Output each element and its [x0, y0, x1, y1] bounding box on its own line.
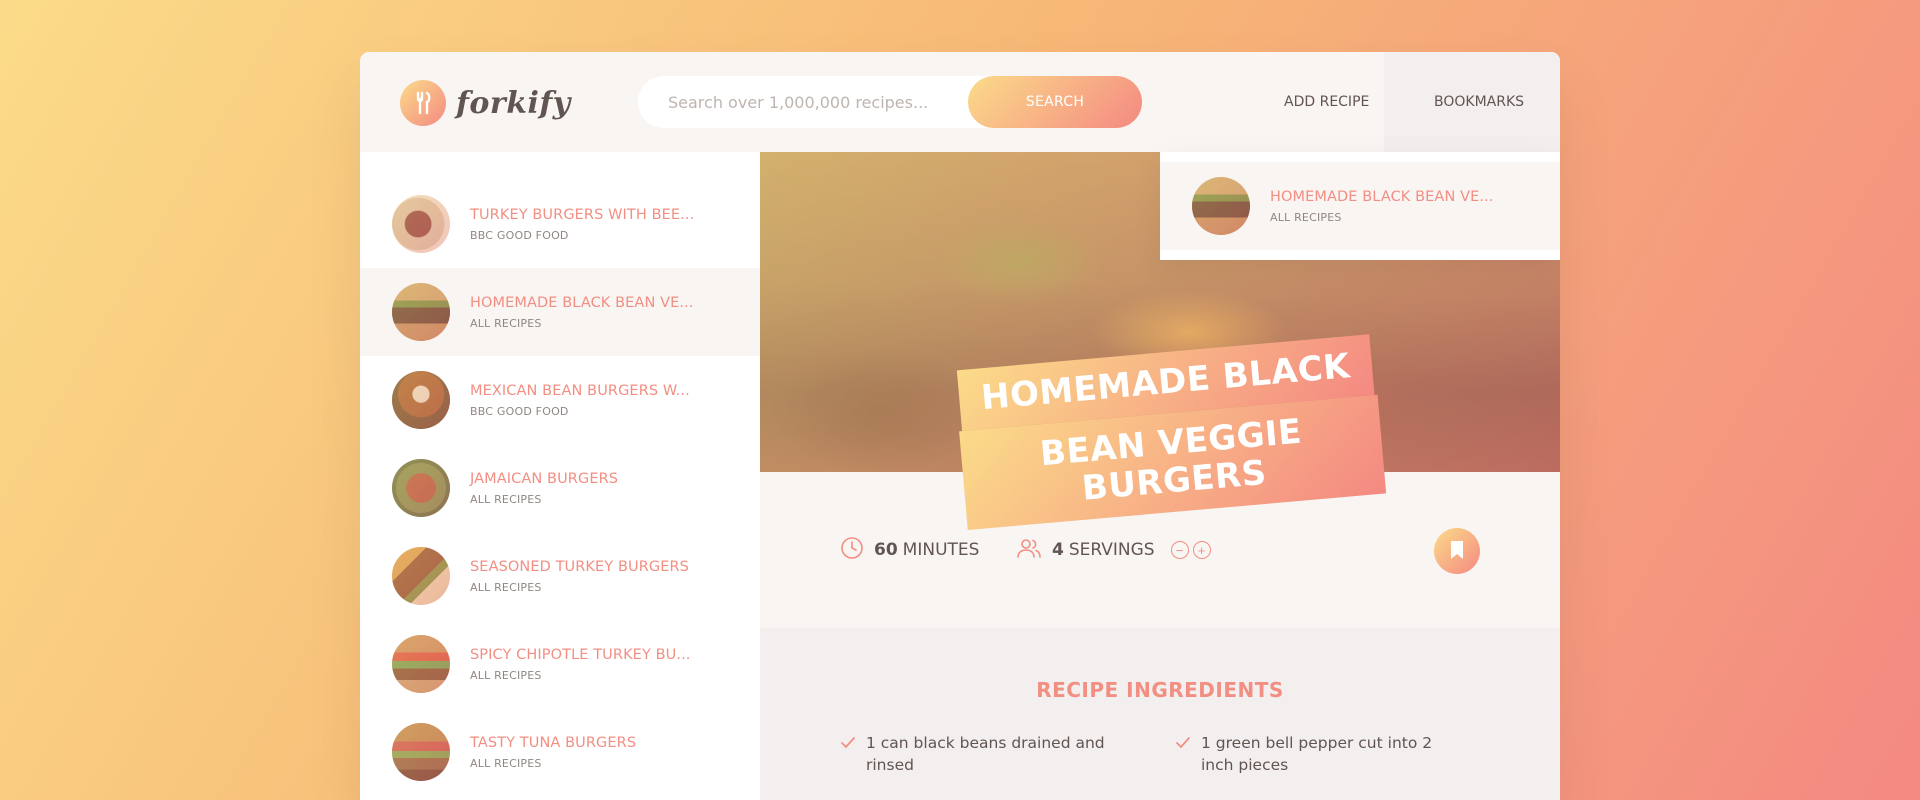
ingredients-heading: RECIPE INGREDIENTS — [1036, 678, 1284, 702]
ingredient-text: 1 can black beans drained and rinsed — [866, 734, 1105, 774]
search-input[interactable] — [638, 76, 968, 128]
result-title: MEXICAN BEAN BURGERS W... — [470, 382, 690, 399]
recipe-thumbnail — [392, 723, 450, 781]
servings-value: 4 — [1052, 540, 1064, 560]
logo-text: forkify — [456, 85, 571, 121]
result-title: TASTY TUNA BURGERS — [470, 734, 637, 751]
ingredient-item: 1 can black beans drained and rinsed — [840, 732, 1140, 776]
search-form: SEARCH — [638, 76, 1142, 128]
nav-bookmarks-label: BOOKMARKS — [1433, 94, 1525, 110]
search-button[interactable]: SEARCH — [968, 76, 1142, 128]
result-publisher: BBC GOOD FOOD — [470, 228, 569, 242]
recipe-thumbnail — [392, 283, 450, 341]
result-title: SPICY CHIPOTLE TURKEY BU... — [470, 646, 691, 663]
result-title: HOMEMADE BLACK BEAN VE... — [470, 294, 694, 311]
search-results: TURKEY BURGERS WITH BEE... BBC GOOD FOOD… — [360, 152, 760, 800]
cooking-time: 60 MINUTES — [840, 536, 979, 565]
increase-servings-button[interactable]: + — [1192, 541, 1211, 559]
recipe-thumbnail — [392, 459, 450, 517]
result-publisher: BBC GOOD FOOD — [470, 404, 569, 418]
cooking-time-unit: MINUTES — [902, 540, 980, 560]
ingredient-text: 1 green bell pepper cut into 2 inch piec… — [1201, 734, 1433, 774]
recipe-thumbnail — [392, 195, 450, 253]
bookmark-icon — [1448, 540, 1466, 563]
result-publisher: ALL RECIPES — [470, 668, 542, 682]
bookmark-button[interactable] — [1434, 528, 1480, 574]
result-item[interactable]: SEASONED TURKEY BURGERS ALL RECIPES — [360, 532, 760, 620]
result-item[interactable]: SPICY CHIPOTLE TURKEY BU... ALL RECIPES — [360, 620, 760, 708]
header: forkify SEARCH ADD RECIPE BOOKMARKS — [360, 52, 1560, 152]
servings-unit: SERVINGS — [1068, 540, 1155, 560]
result-title: JAMAICAN BURGERS — [470, 470, 619, 487]
recipe-ingredients: RECIPE INGREDIENTS 1 can black beans dra… — [760, 628, 1560, 800]
result-publisher: ALL RECIPES — [470, 580, 542, 594]
result-title: TURKEY BURGERS WITH BEE... — [470, 206, 695, 223]
recipe-thumbnail — [1192, 177, 1250, 235]
result-item[interactable]: TASTY TUNA BURGERS ALL RECIPES — [360, 708, 760, 796]
bookmark-item[interactable]: HOMEMADE BLACK BEAN VE... ALL RECIPES — [1160, 162, 1560, 250]
logo[interactable]: forkify — [400, 80, 571, 126]
result-publisher: ALL RECIPES — [470, 492, 542, 506]
fork-knife-icon — [400, 80, 446, 126]
recipe-thumbnail — [392, 547, 450, 605]
bookmarks-dropdown: HOMEMADE BLACK BEAN VE... ALL RECIPES — [1160, 152, 1560, 260]
result-item[interactable]: HOMEMADE BLACK BEAN VE... ALL RECIPES — [360, 268, 760, 356]
result-publisher: ALL RECIPES — [470, 316, 542, 330]
check-icon — [841, 737, 855, 749]
result-item[interactable]: TURKEY BURGERS WITH BEE... BBC GOOD FOOD — [360, 180, 760, 268]
check-icon — [1176, 737, 1190, 749]
recipe-thumbnail — [392, 635, 450, 693]
recipe-thumbnail — [392, 371, 450, 429]
decrease-servings-button[interactable]: − — [1170, 541, 1189, 559]
app-window: forkify SEARCH ADD RECIPE BOOKMARKS TURK… — [360, 52, 1560, 800]
result-title: SEASONED TURKEY BURGERS — [470, 558, 689, 575]
bookmark-title: HOMEMADE BLACK BEAN VE... — [1270, 188, 1494, 205]
result-item[interactable]: JAMAICAN BURGERS ALL RECIPES — [360, 444, 760, 532]
nav-add-recipe-label: ADD RECIPE — [1284, 94, 1370, 110]
bookmark-publisher: ALL RECIPES — [1270, 210, 1342, 224]
servings: 4 SERVINGS − + — [1016, 536, 1211, 565]
nav-bookmarks[interactable]: BOOKMARKS — [1384, 52, 1560, 152]
result-item[interactable]: MEXICAN BEAN BURGERS W... BBC GOOD FOOD — [360, 356, 760, 444]
cooking-time-value: 60 — [874, 540, 898, 560]
ingredient-item: 1 green bell pepper cut into 2 inch piec… — [1175, 732, 1475, 776]
nav-add-recipe[interactable]: ADD RECIPE — [1284, 52, 1369, 152]
clock-icon — [840, 536, 864, 565]
result-publisher: ALL RECIPES — [470, 756, 542, 770]
users-icon — [1016, 536, 1042, 565]
